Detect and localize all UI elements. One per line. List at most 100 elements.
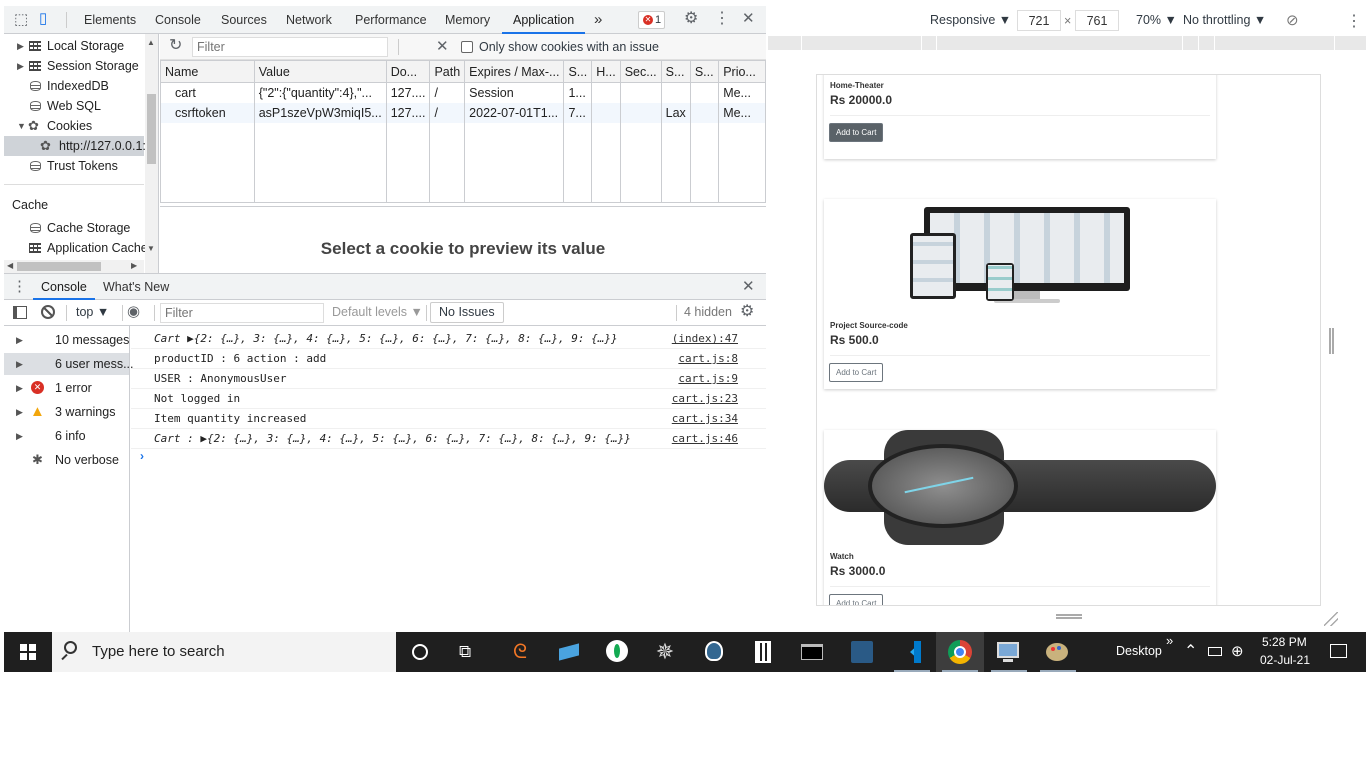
app-icon-blue[interactable] — [557, 640, 581, 664]
tab-application[interactable]: Application — [502, 6, 586, 34]
close-devtools-icon[interactable]: ✕ — [742, 11, 755, 27]
console-filter-user-messages[interactable]: ▶ 6 user mess... — [4, 353, 134, 375]
table-row[interactable]: csrftoken asP1szeVpW3miqI5... 127.... / … — [160, 102, 766, 123]
spider-app-icon[interactable]: ✵ — [653, 640, 677, 664]
viewport-height-input[interactable] — [1075, 10, 1119, 31]
media-query-ruler[interactable] — [768, 36, 1366, 50]
column-header[interactable]: Sec... — [619, 60, 662, 83]
desktop-toolbar-label[interactable]: Desktop — [1116, 644, 1162, 658]
calculator-icon[interactable] — [751, 640, 775, 664]
sidebar-vertical-scrollbar[interactable]: ▲ ▼ — [145, 34, 158, 273]
column-header[interactable]: Prio... — [718, 60, 766, 83]
refresh-icon[interactable]: ↻ — [169, 38, 182, 54]
console-message[interactable]: Not logged in cart.js:23 — [131, 389, 766, 409]
expand-arrow-icon[interactable]: ▶ — [16, 425, 23, 447]
console-filter-messages[interactable]: ▶ 10 messages — [4, 329, 129, 351]
scrollbar-thumb[interactable] — [147, 94, 156, 164]
expand-arrow-icon[interactable]: ▶ — [16, 401, 23, 423]
sidebar-item-cookie-origin[interactable]: ✿ http://127.0.0.1: — [4, 136, 146, 156]
column-header[interactable]: S... — [563, 60, 593, 83]
clock-date[interactable]: 02-Jul-21 — [1260, 653, 1310, 667]
more-options-icon[interactable]: ⋮ — [714, 11, 730, 27]
column-header[interactable]: Name — [160, 60, 255, 83]
column-header[interactable]: Expires / Max-... — [464, 60, 565, 83]
expand-arrow-icon[interactable]: ▶ — [16, 353, 23, 375]
column-header[interactable]: S... — [689, 60, 720, 83]
tab-whats-new[interactable]: What's New — [103, 274, 169, 300]
expand-arrow-icon[interactable]: ▶ — [16, 377, 23, 399]
jupyter-icon[interactable]: ᘓ — [508, 640, 532, 664]
mongodb-compass-icon[interactable] — [605, 640, 629, 664]
task-view-icon[interactable]: ⧉ — [459, 642, 471, 662]
clear-all-icon[interactable]: ✕ — [436, 39, 449, 55]
console-filter-errors[interactable]: ▶ ✕ 1 error — [4, 377, 129, 399]
throttling-dropdown[interactable]: No throttling ▼ — [1183, 13, 1266, 27]
console-message[interactable]: Item quantity increased cart.js:34 — [131, 409, 766, 429]
viewport-height-resize-handle[interactable] — [1056, 614, 1082, 619]
expand-arrow-icon[interactable]: ▶ — [17, 36, 24, 56]
issues-button[interactable]: No Issues — [430, 302, 504, 323]
notifications-icon[interactable] — [1330, 644, 1347, 658]
terminal-icon[interactable] — [800, 640, 824, 664]
rotate-icon[interactable]: ⊘ — [1286, 11, 1299, 29]
more-tabs-button[interactable]: » — [594, 6, 602, 34]
paint-icon[interactable] — [1045, 640, 1069, 664]
tab-network[interactable]: Network — [286, 6, 332, 34]
scroll-right-arrow-icon[interactable]: ▶ — [131, 261, 137, 270]
postgresql-icon[interactable] — [702, 640, 726, 664]
source-link[interactable]: cart.js:23 — [672, 389, 738, 409]
tab-memory[interactable]: Memory — [445, 6, 490, 34]
source-link[interactable]: cart.js:46 — [672, 429, 738, 449]
viewport-width-resize-handle[interactable] — [1329, 328, 1334, 354]
zoom-dropdown[interactable]: 70% ▼ — [1136, 13, 1177, 27]
console-settings-gear-icon[interactable]: ⚙ — [740, 304, 754, 320]
tab-performance[interactable]: Performance — [355, 6, 427, 34]
sidebar-item-cookies[interactable]: ▼ ✿ Cookies — [4, 116, 144, 136]
tab-console[interactable]: Console — [155, 6, 201, 34]
remote-desktop-icon[interactable] — [996, 640, 1020, 664]
console-filter-verbose[interactable]: ✱ No verbose — [4, 449, 129, 471]
battery-icon[interactable] — [1208, 647, 1222, 656]
scroll-down-arrow-icon[interactable]: ▼ — [147, 244, 155, 253]
source-link[interactable]: cart.js:34 — [672, 409, 738, 429]
context-selector[interactable]: top ▼ — [76, 305, 109, 319]
source-link[interactable]: cart.js:9 — [678, 369, 738, 389]
drawer-menu-icon[interactable]: ⋮ — [12, 279, 27, 295]
device-toolbar-icon[interactable]: ▯ — [39, 11, 47, 27]
column-header[interactable]: Value — [253, 60, 387, 83]
sidebar-item-cache-storage[interactable]: Cache Storage — [4, 218, 144, 238]
inspect-element-icon[interactable]: ⬚ — [14, 12, 28, 28]
error-count-badge[interactable]: ✕ 1 — [638, 11, 665, 29]
source-link[interactable]: cart.js:8 — [678, 349, 738, 369]
sidebar-item-application-cache[interactable]: Application Cache — [4, 238, 148, 258]
column-header[interactable]: Do... — [385, 60, 431, 83]
console-prompt-icon[interactable]: › — [140, 449, 144, 463]
sidebar-item-indexeddb[interactable]: IndexedDB — [4, 76, 144, 96]
expand-arrow-icon[interactable]: ▶ — [16, 329, 23, 351]
sidebar-item-trust-tokens[interactable]: Trust Tokens — [4, 156, 144, 176]
clock-time[interactable]: 5:28 PM — [1262, 635, 1307, 649]
add-to-cart-button[interactable]: Add to Cart — [829, 363, 884, 382]
close-drawer-icon[interactable]: ✕ — [742, 279, 755, 295]
sidebar-item-local-storage[interactable]: ▶ Local Storage — [4, 36, 144, 56]
console-filter-input[interactable] — [160, 303, 324, 323]
tab-console-drawer[interactable]: Console — [33, 274, 95, 300]
device-mode-dropdown[interactable]: Responsive ▼ — [930, 13, 1011, 27]
viewport-width-input[interactable] — [1017, 10, 1061, 31]
taskbar-search-box[interactable]: Type here to search — [52, 632, 396, 672]
device-more-options-icon[interactable]: ⋮ — [1346, 11, 1362, 31]
toolbar-expand-icon[interactable]: » — [1166, 633, 1173, 648]
clear-console-icon[interactable] — [41, 305, 55, 319]
column-header[interactable]: Path — [429, 60, 466, 83]
settings-gear-icon[interactable]: ⚙ — [684, 11, 698, 27]
console-message[interactable]: USER : AnonymousUser cart.js:9 — [131, 369, 766, 389]
cortana-icon[interactable] — [412, 644, 428, 660]
collapse-arrow-icon[interactable]: ▼ — [17, 116, 26, 136]
viewport-corner-resize-handle[interactable] — [1324, 612, 1338, 626]
console-message[interactable]: Cart ▶{2: {…}, 3: {…}, 4: {…}, 5: {…}, 6… — [131, 329, 766, 349]
issue-filter-checkbox[interactable] — [461, 41, 473, 53]
log-levels-dropdown[interactable]: Default levels ▼ — [332, 305, 423, 319]
expand-arrow-icon[interactable]: ▶ — [17, 56, 24, 76]
table-row[interactable]: cart {"2":{"quantity":4},"... 127.... / … — [160, 82, 766, 103]
column-header[interactable]: H... — [591, 60, 621, 83]
